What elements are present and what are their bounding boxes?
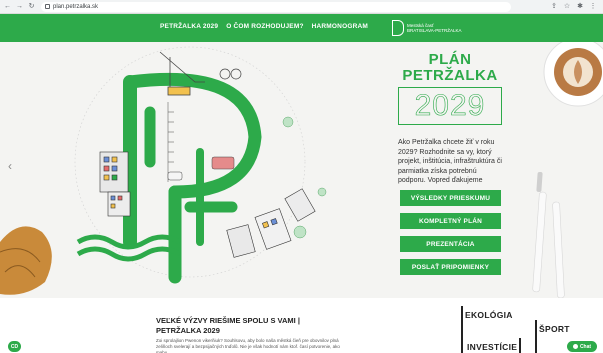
section-title-line-1: VEĽKÉ VÝZVY RIEŠIME SPOLU S VAMI |	[156, 316, 300, 325]
divider	[519, 338, 521, 353]
back-icon[interactable]: ←	[3, 2, 12, 11]
hero-title-box: PLÁN PETRŽALKA 2029	[398, 52, 502, 125]
site-logo[interactable]: Mestská časť BRATISLAVA-PETRŽALKA	[392, 20, 462, 36]
address-bar[interactable]: plan.petrzalka.sk	[41, 1, 511, 12]
bicycle-wheel-icon	[219, 68, 231, 80]
browser-toolbar: ← → ↻ plan.petrzalka.sk ⇪ ☆ ✱ ⋮	[0, 0, 603, 14]
hero-title-line-1: PLÁN	[428, 51, 472, 68]
category-sport[interactable]: ŠPORT	[539, 324, 570, 334]
complete-plan-button[interactable]: KOMPLETNÝ PLÁN	[400, 213, 501, 229]
results-survey-button[interactable]: VÝSLEDKY PRIESKUMU	[400, 190, 501, 206]
cd-badge[interactable]: CD	[8, 341, 21, 352]
hero-title-line-2: PETRŽALKA	[402, 67, 498, 84]
tram-icon	[211, 156, 235, 170]
main-nav: PETRŽALKA 2029 O ČOM ROZHODUJEM? HARMONO…	[160, 23, 368, 30]
forward-icon[interactable]: →	[15, 2, 24, 11]
pen-icons	[532, 171, 565, 298]
nav-item-petrzalka-2029[interactable]: PETRŽALKA 2029	[160, 23, 218, 30]
autumn-leaf-icon	[0, 226, 52, 295]
divider	[535, 320, 537, 353]
hero-illustration: ‹	[0, 42, 603, 298]
coffee-cup-icon	[543, 42, 603, 107]
url-text: plan.petrzalka.sk	[53, 3, 99, 10]
buildings-left	[99, 151, 131, 217]
page: ← → ↻ plan.petrzalka.sk ⇪ ☆ ✱ ⋮ PETRŽALK…	[0, 0, 603, 353]
prev-slide-icon: ‹	[8, 159, 12, 173]
star-icon[interactable]: ☆	[563, 3, 571, 11]
ruler-marks	[167, 102, 174, 182]
send-comments-button[interactable]: POSLAŤ PRIPOMIENKY	[400, 259, 501, 275]
category-investicie[interactable]: INVESTÍCIE	[467, 342, 517, 352]
extensions-icon[interactable]: ✱	[576, 3, 584, 11]
buildings-right	[226, 188, 316, 258]
hero-intro-text: Ako Petržalka chcete žiť v roku 2029? Ro…	[398, 139, 502, 184]
nav-item-o-com-rozhodujem[interactable]: O ČOM ROZHODUJEM?	[226, 23, 303, 30]
hero-section: ‹ PLÁN PETRŽALKA 2029 Ako Petržalka chce…	[0, 42, 603, 298]
chat-icon	[572, 344, 578, 349]
section-text: Zoi sprolajlion Pwenon vikerňiuk? Souhls…	[156, 338, 340, 353]
site-header: PETRŽALKA 2029 O ČOM ROZHODUJEM? HARMONO…	[0, 14, 603, 42]
chat-button[interactable]: Chat	[567, 341, 597, 352]
section-title: VEĽKÉ VÝZVY RIEŠIME SPOLU S VAMI | PETRŽ…	[156, 316, 300, 336]
chat-label: Chat	[579, 343, 592, 350]
lock-icon	[45, 4, 50, 9]
menu-icon[interactable]: ⋮	[589, 3, 597, 11]
share-icon[interactable]: ⇪	[550, 3, 558, 11]
browser-actions: ⇪ ☆ ✱ ⋮	[550, 3, 597, 11]
category-ekologia[interactable]: EKOLÓGIA	[465, 310, 513, 320]
hero-year-box: 2029	[398, 87, 502, 125]
car-icon	[167, 171, 183, 181]
divider	[461, 306, 463, 353]
hero-year: 2029	[414, 89, 486, 123]
logo-mark-icon	[392, 20, 404, 36]
presentation-button[interactable]: PREZENTÁCIA	[400, 236, 501, 252]
section-title-line-2: PETRŽALKA 2029	[156, 326, 220, 335]
intro-section: VEĽKÉ VÝZVY RIEŠIME SPOLU S VAMI | PETRŽ…	[0, 298, 603, 353]
nav-item-harmonogram[interactable]: HARMONOGRAM	[312, 23, 368, 30]
logo-line-2: BRATISLAVA-PETRŽALKA	[407, 28, 462, 33]
reload-icon[interactable]: ↻	[27, 2, 36, 11]
